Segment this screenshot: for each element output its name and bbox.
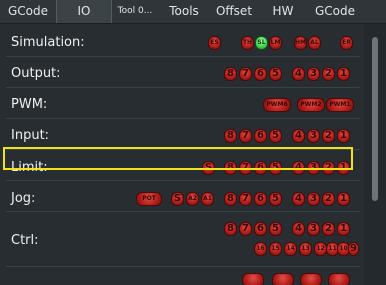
led-hm[interactable]: HM: [294, 36, 307, 50]
jog-led-5[interactable]: 5: [269, 192, 282, 206]
partial-led[interactable]: [242, 273, 264, 285]
input-led-3[interactable]: 3: [307, 129, 320, 143]
jog-label: Jog:: [11, 191, 36, 206]
vertical-scrollbar[interactable]: [364, 24, 386, 285]
input-led-6[interactable]: 6: [254, 129, 267, 143]
input-led-1[interactable]: 1: [337, 129, 350, 143]
output-led-6[interactable]: 6: [254, 67, 267, 81]
output-led-3[interactable]: 3: [307, 67, 320, 81]
pwm-led-1[interactable]: PWM1: [326, 98, 354, 112]
ctrl-led-14[interactable]: 14: [284, 242, 297, 256]
tab-hw[interactable]: HW: [259, 0, 307, 23]
input-led-2[interactable]: 2: [322, 129, 335, 143]
input-led-8[interactable]: 8: [224, 129, 237, 143]
input-row-highlight: [3, 147, 353, 170]
ctrl-led-2[interactable]: 2: [322, 222, 335, 236]
ctrl-led-16[interactable]: 16: [254, 242, 267, 256]
partial-led[interactable]: [328, 273, 350, 285]
pwm-label: PWM:: [11, 97, 48, 112]
led-th[interactable]: TH: [241, 36, 254, 50]
scrollbar-thumb[interactable]: [372, 37, 378, 201]
input-label: Input:: [11, 128, 50, 143]
row-simulation: Simulation: ES TH SL LM HM AL ER: [0, 24, 364, 57]
jog-led-3[interactable]: 3: [307, 192, 320, 206]
jog-led-s[interactable]: S: [171, 192, 184, 206]
row-input: Input: 8 7 6 5 4 3 2 1: [0, 119, 364, 150]
jog-led-1[interactable]: 1: [337, 192, 350, 206]
jog-led-6[interactable]: 6: [254, 192, 267, 206]
jog-led-4[interactable]: 4: [292, 192, 305, 206]
pwm-led-2[interactable]: PWM2: [297, 98, 325, 112]
jog-led-7[interactable]: 7: [239, 192, 252, 206]
ctrl-led-8[interactable]: 8: [224, 222, 237, 236]
output-led-7[interactable]: 7: [239, 67, 252, 81]
led-er[interactable]: ER: [340, 36, 353, 50]
row-partial: [0, 267, 364, 285]
ctrl-led-9[interactable]: 9: [348, 242, 359, 256]
tab-tool[interactable]: Tool 0...: [111, 0, 159, 23]
jog-led-a2[interactable]: A2: [186, 192, 199, 206]
input-led-5[interactable]: 5: [269, 129, 282, 143]
jog-led-8[interactable]: 8: [224, 192, 237, 206]
ctrl-led-15[interactable]: 15: [269, 242, 282, 256]
partial-led[interactable]: [272, 273, 294, 285]
ctrl-led-6[interactable]: 6: [254, 222, 267, 236]
led-al[interactable]: AL: [308, 36, 321, 50]
output-label: Output:: [11, 66, 61, 81]
jog-led-2[interactable]: 2: [322, 192, 335, 206]
output-led-8[interactable]: 8: [224, 67, 237, 81]
ctrl-led-7[interactable]: 7: [239, 222, 252, 236]
tab-bar: GCode IO Tool 0... Tools Offset HW GCode: [0, 0, 386, 24]
output-led-4[interactable]: 4: [292, 67, 305, 81]
ctrl-led-13[interactable]: 13: [299, 242, 312, 256]
pwm-led-6[interactable]: PWM6: [263, 98, 291, 112]
led-es[interactable]: ES: [208, 36, 221, 50]
simulation-label: Simulation:: [11, 35, 85, 50]
jog-led-pot[interactable]: POT: [136, 192, 162, 206]
ctrl-led-1[interactable]: 1: [337, 222, 350, 236]
row-pwm: PWM: PWM6 PWM2 PWM1: [0, 88, 364, 119]
ctrl-led-5[interactable]: 5: [269, 222, 282, 236]
ctrl-led-3[interactable]: 3: [307, 222, 320, 236]
input-led-4[interactable]: 4: [292, 129, 305, 143]
output-led-5[interactable]: 5: [269, 67, 282, 81]
tab-offset[interactable]: Offset: [209, 0, 259, 23]
led-sl[interactable]: SL: [255, 36, 268, 50]
row-output: Output: 8 7 6 5 4 3 2 1: [0, 57, 364, 88]
output-led-1[interactable]: 1: [337, 67, 350, 81]
ctrl-led-4[interactable]: 4: [292, 222, 305, 236]
output-led-2[interactable]: 2: [322, 67, 335, 81]
jog-led-a1[interactable]: A1: [201, 192, 214, 206]
ctrl-label: Ctrl:: [11, 233, 39, 248]
led-lm[interactable]: LM: [269, 36, 282, 50]
input-led-7[interactable]: 7: [239, 129, 252, 143]
io-panel: Simulation: ES TH SL LM HM AL ER Output:…: [0, 24, 364, 285]
tab-gcode[interactable]: GCode: [0, 0, 56, 23]
row-ctrl: Ctrl: 8 7 6 5 4 3 2 1 16 15 14 13 12 11 …: [0, 212, 364, 267]
tab-gcode-2[interactable]: GCode: [307, 0, 363, 23]
row-jog: Jog: POT S A2 A1 8 7 6 5 4 3 2 1: [0, 181, 364, 212]
tab-io[interactable]: IO: [56, 0, 112, 23]
partial-led[interactable]: [300, 273, 322, 285]
tab-tools[interactable]: Tools: [159, 0, 209, 23]
